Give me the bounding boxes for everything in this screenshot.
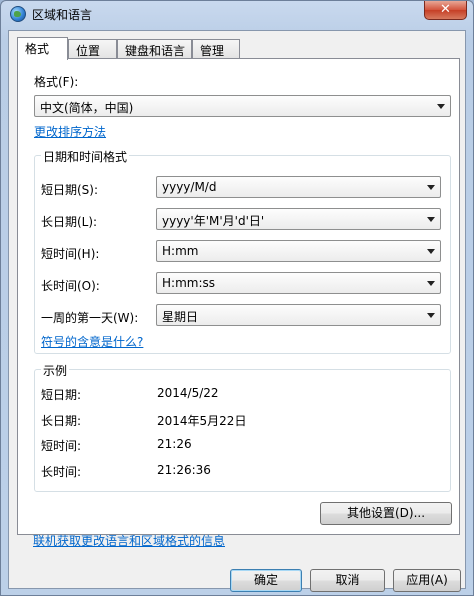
first-day-of-week-select[interactable]: 星期日 bbox=[156, 304, 441, 326]
title-bar[interactable]: 区域和语言 ✕ bbox=[1, 1, 473, 29]
first-day-of-week-value: 星期日 bbox=[162, 310, 199, 324]
cancel-button[interactable]: 取消 bbox=[310, 569, 385, 592]
example-short-time-label: 短时间: bbox=[41, 439, 82, 453]
tab-panel-format: 格式(F): 中文(简体，中国) 更改排序方法 日期和时间格式 短日期(S): … bbox=[17, 58, 460, 535]
example-long-date-value: 2014年5月22日 bbox=[157, 414, 247, 428]
long-time-value: H:mm:ss bbox=[162, 276, 215, 290]
symbol-meaning-link[interactable]: 符号的含意是什么? bbox=[41, 333, 143, 350]
window-title: 区域和语言 bbox=[32, 8, 93, 22]
datetime-group-title: 日期和时间格式 bbox=[41, 148, 130, 165]
chevron-down-icon bbox=[427, 281, 435, 286]
tab-location[interactable]: 位置 bbox=[68, 39, 117, 59]
close-button[interactable]: ✕ bbox=[424, 1, 467, 20]
chevron-down-icon bbox=[427, 185, 435, 190]
example-group-title: 示例 bbox=[41, 362, 70, 379]
short-time-select[interactable]: H:mm bbox=[156, 240, 441, 262]
change-sort-link[interactable]: 更改排序方法 bbox=[34, 123, 106, 140]
long-date-label: 长日期(L): bbox=[41, 215, 98, 229]
tab-keyboards-languages[interactable]: 键盘和语言 bbox=[117, 39, 192, 59]
example-short-date-value: 2014/5/22 bbox=[157, 386, 219, 400]
globe-icon bbox=[10, 6, 26, 22]
format-label: 格式(F): bbox=[34, 75, 79, 89]
example-long-time-label: 长时间: bbox=[41, 465, 82, 479]
long-time-label: 长时间(O): bbox=[41, 279, 100, 293]
example-short-time-value: 21:26 bbox=[157, 437, 192, 451]
format-select-value: 中文(简体，中国) bbox=[40, 101, 134, 115]
format-select[interactable]: 中文(简体，中国) bbox=[34, 95, 451, 117]
chevron-down-icon bbox=[427, 249, 435, 254]
ok-button[interactable]: 确定 bbox=[230, 569, 302, 592]
long-time-select[interactable]: H:mm:ss bbox=[156, 272, 441, 294]
short-time-label: 短时间(H): bbox=[41, 247, 100, 261]
long-date-value: yyyy'年'M'月'd'日' bbox=[162, 214, 265, 228]
example-long-time-value: 21:26:36 bbox=[157, 463, 211, 477]
example-short-date-label: 短日期: bbox=[41, 388, 82, 402]
example-group: 示例 短日期: 2014/5/22 长日期: 2014年5月22日 短时间: 2… bbox=[34, 362, 451, 492]
other-settings-button[interactable]: 其他设置(D)... bbox=[320, 502, 452, 525]
first-day-of-week-label: 一周的第一天(W): bbox=[41, 311, 139, 325]
short-time-value: H:mm bbox=[162, 244, 199, 258]
chevron-down-icon bbox=[437, 104, 445, 109]
short-date-label: 短日期(S): bbox=[41, 183, 99, 197]
short-date-select[interactable]: yyyy/M/d bbox=[156, 176, 441, 198]
datetime-format-group: 日期和时间格式 短日期(S): yyyy/M/d 长日期(L): yyyy'年'… bbox=[34, 148, 451, 354]
tab-administrative[interactable]: 管理 bbox=[192, 39, 240, 59]
dialog-client: 格式 位置 键盘和语言 管理 格式(F): 中文(简体，中国) 更改排序方法 日… bbox=[8, 30, 466, 592]
chevron-down-icon bbox=[427, 217, 435, 222]
example-long-date-label: 长日期: bbox=[41, 414, 82, 428]
long-date-select[interactable]: yyyy'年'M'月'd'日' bbox=[156, 208, 441, 230]
tab-format[interactable]: 格式 bbox=[17, 37, 68, 60]
chevron-down-icon bbox=[427, 313, 435, 318]
short-date-value: yyyy/M/d bbox=[162, 180, 217, 194]
online-info-link[interactable]: 联机获取更改语言和区域格式的信息 bbox=[33, 532, 225, 549]
apply-button[interactable]: 应用(A) bbox=[393, 569, 461, 592]
dialog-window: 区域和语言 ✕ 格式 位置 键盘和语言 管理 格式(F): 中文(简体，中国) … bbox=[0, 0, 474, 596]
